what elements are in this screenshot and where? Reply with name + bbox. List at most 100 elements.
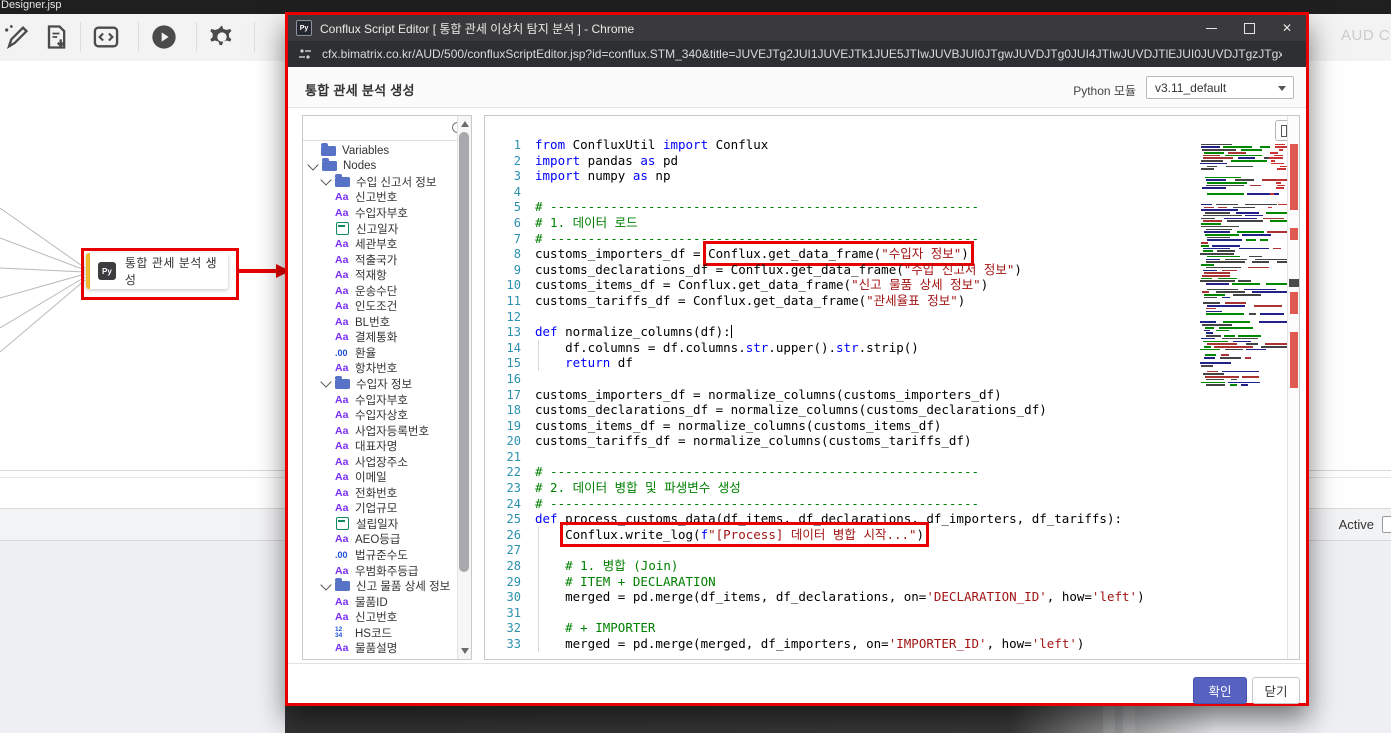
window-title-bar[interactable]: Py Conflux Script Editor [ 통합 관세 이상치 탐지 …: [288, 15, 1306, 41]
code-line[interactable]: 31: [485, 605, 1285, 621]
chevron-down-icon[interactable]: [320, 175, 331, 186]
code-line[interactable]: 24# ------------------------------------…: [485, 496, 1285, 512]
python-module-select[interactable]: v3.11_default: [1146, 76, 1294, 99]
code-line[interactable]: 20customs_tariffs_df = normalize_columns…: [485, 433, 1285, 449]
tree-folder[interactable]: Variables: [303, 143, 457, 159]
code-line[interactable]: 4: [485, 184, 1285, 200]
code-line[interactable]: 9customs_declarations_df = Conflux.get_d…: [485, 262, 1285, 278]
minimize-button[interactable]: [1192, 15, 1230, 41]
code-line[interactable]: 6# 1. 데이터 로드: [485, 215, 1285, 231]
tree-item[interactable]: Aa사업장주소: [303, 454, 457, 470]
tree-item[interactable]: Aa수입자부호: [303, 205, 457, 221]
tree-item[interactable]: .00법규준수도: [303, 547, 457, 563]
code-line[interactable]: 8customs_importers_df = Conflux.get_data…: [485, 246, 1285, 262]
tree-item-label: 운송수단: [355, 283, 397, 299]
tree-item[interactable]: Aa사업자등록번호: [303, 423, 457, 439]
code-line[interactable]: 13def normalize_columns(df):: [485, 324, 1285, 340]
python-module-label: Python 모듈: [1073, 82, 1136, 99]
tree-item[interactable]: Aa모델명: [303, 656, 457, 658]
code-line[interactable]: 2import pandas as pd: [485, 153, 1285, 169]
confirm-button[interactable]: 확인: [1193, 677, 1247, 704]
tree-item[interactable]: 설립일자: [303, 516, 457, 532]
tree-item[interactable]: Aa신고번호: [303, 190, 457, 206]
editor-scrollbar[interactable]: [1287, 116, 1300, 659]
tree-item-label: 결제통화: [355, 329, 397, 345]
tree-item[interactable]: 신고일자: [303, 221, 457, 237]
tree-item[interactable]: .00환율: [303, 345, 457, 361]
address-bar[interactable]: cfx.bimatrix.co.kr/AUD/500/confluxScript…: [288, 41, 1306, 67]
code-line[interactable]: 14 df.columns = df.columns.str.upper().s…: [485, 340, 1285, 356]
code-line[interactable]: 5# -------------------------------------…: [485, 199, 1285, 215]
tree-item[interactable]: Aa물품설명: [303, 641, 457, 657]
tree-item[interactable]: Aa결제통화: [303, 330, 457, 346]
tree-folder[interactable]: 수입자 정보: [303, 376, 457, 392]
tree-item[interactable]: Aa전화번호: [303, 485, 457, 501]
scroll-down-icon[interactable]: [461, 648, 469, 654]
code-line[interactable]: 25def process_customs_data(df_items, df_…: [485, 511, 1285, 527]
code-line[interactable]: 15 return df: [485, 355, 1285, 371]
tree-item[interactable]: Aa물품ID: [303, 594, 457, 610]
close-window-button[interactable]: ✕: [1268, 15, 1306, 41]
tree-scrollbar-thumb[interactable]: [459, 132, 469, 572]
code-line[interactable]: 1from ConfluxUtil import Conflux: [485, 137, 1285, 153]
chevron-down-icon[interactable]: [320, 377, 331, 388]
tree-search-input[interactable]: [303, 116, 471, 141]
code-line[interactable]: 10customs_items_df = Conflux.get_data_fr…: [485, 277, 1285, 293]
code-line[interactable]: 17customs_importers_df = normalize_colum…: [485, 387, 1285, 403]
site-settings-icon[interactable]: [298, 48, 312, 60]
tree-item[interactable]: Aa우범화주등급: [303, 563, 457, 579]
code-line[interactable]: 29 # ITEM + DECLARATION: [485, 574, 1285, 590]
tree-item[interactable]: Aa인도조건: [303, 298, 457, 314]
code-line[interactable]: 27: [485, 542, 1285, 558]
tree-item-label: 기업규모: [355, 500, 397, 516]
code-line[interactable]: 32 # + IMPORTER: [485, 620, 1285, 636]
tree-item[interactable]: Aa신고번호: [303, 609, 457, 625]
tree-item[interactable]: Aa항차번호: [303, 361, 457, 377]
tree-item[interactable]: Aa적재항: [303, 267, 457, 283]
code-line[interactable]: 16: [485, 371, 1285, 387]
tree-item[interactable]: Aa이메일: [303, 469, 457, 485]
code-line[interactable]: 23# 2. 데이터 병합 및 파생변수 생성: [485, 480, 1285, 496]
tree-item[interactable]: Aa세관부호: [303, 236, 457, 252]
code-line[interactable]: 3import numpy as np: [485, 168, 1285, 184]
chevron-down-icon[interactable]: [307, 159, 318, 170]
tree-folder[interactable]: 수입 신고서 정보: [303, 174, 457, 190]
tree-scrollbar[interactable]: [457, 116, 471, 659]
code-line[interactable]: 28 # 1. 병합 (Join): [485, 558, 1285, 574]
code-line[interactable]: 30 merged = pd.merge(df_items, df_declar…: [485, 589, 1285, 605]
code-editor[interactable]: 1from ConfluxUtil import Conflux2import …: [484, 115, 1300, 660]
tree-item[interactable]: AaAEO등급: [303, 532, 457, 548]
tree-item[interactable]: Aa운송수단: [303, 283, 457, 299]
tree-item[interactable]: Aa수입자부호: [303, 392, 457, 408]
tree-item[interactable]: 1234HS코드: [303, 625, 457, 641]
text-field-icon: Aa: [335, 440, 351, 452]
active-checkbox[interactable]: [1382, 516, 1391, 533]
tree-folder[interactable]: 신고 물품 상세 정보: [303, 578, 457, 594]
code-line[interactable]: 26 Conflux.write_log(f"[Process] 데이터 병합 …: [485, 527, 1285, 543]
editor-minimap[interactable]: [1198, 141, 1288, 403]
tree-folder[interactable]: Nodes: [303, 159, 457, 175]
code-line[interactable]: 33 merged = pd.merge(merged, df_importer…: [485, 636, 1285, 652]
tree-item-label: 수입자상호: [355, 407, 408, 423]
tree-item-label: 신고번호: [355, 609, 397, 625]
code-line[interactable]: 11customs_tariffs_df = Conflux.get_data_…: [485, 293, 1285, 309]
code-line[interactable]: 18customs_declarations_df = normalize_co…: [485, 402, 1285, 418]
scroll-up-icon[interactable]: [461, 121, 469, 127]
tree-item[interactable]: Aa수입자상호: [303, 407, 457, 423]
maximize-button[interactable]: [1230, 15, 1268, 41]
close-button[interactable]: 닫기: [1252, 677, 1300, 704]
tree-item[interactable]: Aa기업규모: [303, 501, 457, 517]
url-text[interactable]: cfx.bimatrix.co.kr/AUD/500/confluxScript…: [322, 47, 1282, 61]
code-line[interactable]: 19customs_items_df = normalize_columns(c…: [485, 418, 1285, 434]
code-lines[interactable]: 1from ConfluxUtil import Conflux2import …: [485, 137, 1285, 652]
line-number: 8: [485, 247, 535, 263]
tree-item[interactable]: Aa대표자명: [303, 438, 457, 454]
code-line[interactable]: 12: [485, 309, 1285, 325]
code-line[interactable]: 7# -------------------------------------…: [485, 231, 1285, 247]
tree-item[interactable]: Aa적출국가: [303, 252, 457, 268]
chevron-down-icon[interactable]: [320, 579, 331, 590]
code-line[interactable]: 22# ------------------------------------…: [485, 464, 1285, 480]
code-line[interactable]: 21: [485, 449, 1285, 465]
tree-item[interactable]: AaBL번호: [303, 314, 457, 330]
editor-scrollbar-thumb[interactable]: [1289, 279, 1300, 287]
